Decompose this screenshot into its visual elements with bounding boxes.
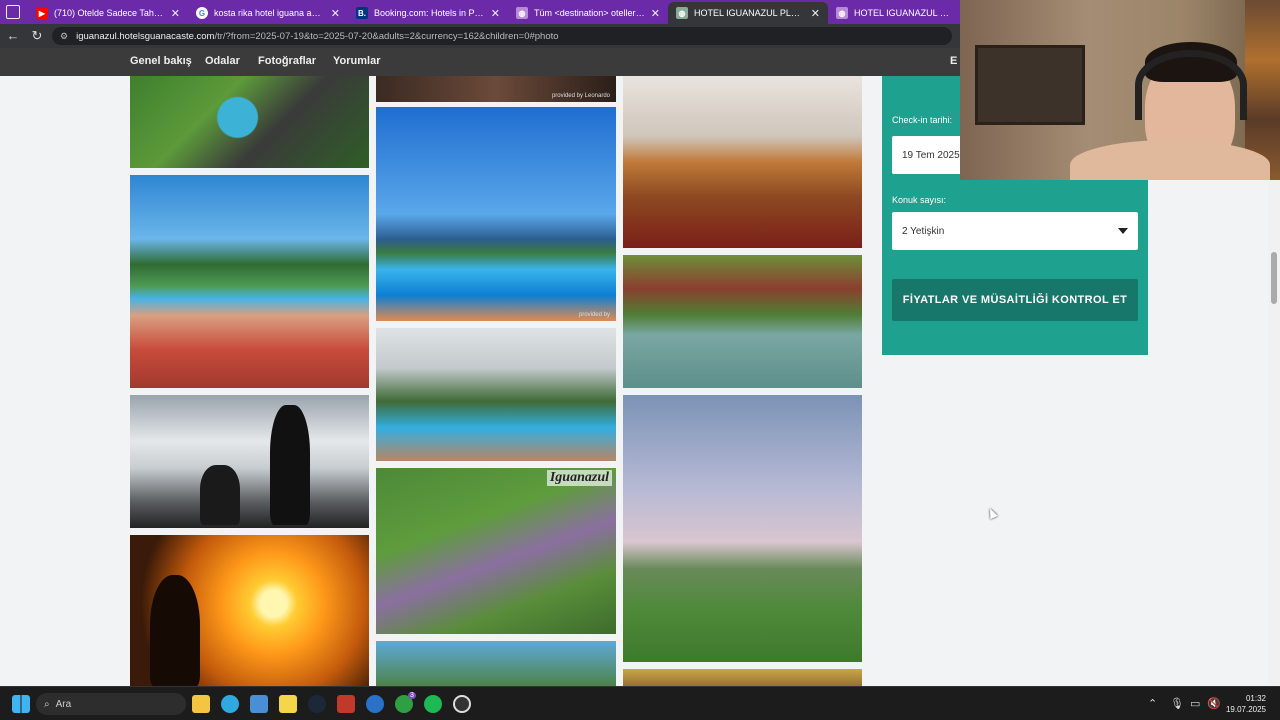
site-info-icon[interactable]: ⚙: [60, 31, 68, 42]
tab-title: HOTEL IGUANAZUL PLAYA JUNQ: [854, 8, 952, 18]
media-app-icon[interactable]: [337, 695, 355, 713]
gallery-photo-palms-row[interactable]: [376, 641, 616, 686]
photo-credit: provided by: [578, 312, 610, 318]
close-tab-icon[interactable]: ✕: [171, 7, 180, 20]
photo-credit: provided by Leonardo: [551, 93, 610, 99]
sticky-notes-icon[interactable]: [279, 695, 297, 713]
headphones: [1135, 50, 1247, 120]
check-availability-button[interactable]: FİYATLAR VE MÜSAİTLİĞİ KONTROL ET: [892, 279, 1138, 321]
search-icon: ⌕: [44, 698, 50, 710]
spotify-icon[interactable]: [424, 695, 442, 713]
youtube-icon: ▶: [36, 7, 48, 19]
browser-tab[interactable]: B. Booking.com: Hotels in Playa Jun ✕: [348, 2, 508, 24]
tab-title: Booking.com: Hotels in Playa Jun: [374, 8, 485, 18]
gallery-photo-aerial-resort[interactable]: Iguanazul: [376, 468, 616, 634]
close-tab-icon[interactable]: ✕: [491, 7, 500, 20]
horse-rider-silhouette: [270, 405, 310, 525]
gallery-photo-pool-palms[interactable]: [130, 175, 369, 388]
booking-icon: B.: [356, 7, 368, 19]
network-icon[interactable]: ▭: [1190, 697, 1200, 710]
guests-value: 2 Yetişkin: [902, 225, 945, 237]
resort-logo: Iguanazul: [546, 470, 612, 486]
gallery-photo-lobby-chairs[interactable]: [623, 76, 862, 248]
nav-rooms[interactable]: Odalar: [205, 55, 240, 67]
gallery-photo-horse-silhouettes[interactable]: [130, 395, 369, 528]
chevron-up-icon[interactable]: ⌃: [1148, 697, 1157, 710]
guests-label: Konuk sayısı:: [892, 195, 947, 205]
gallery-photo-garden-pool[interactable]: [623, 255, 862, 388]
reload-icon[interactable]: ↻: [29, 28, 45, 44]
browser-menu-icon[interactable]: [6, 5, 20, 19]
browser-tab[interactable]: G kosta rika hotel iguana azul - Goo ✕: [188, 2, 348, 24]
browser-tab[interactable]: ◍ Tüm <destination> otelleri</des ✕: [508, 2, 668, 24]
globe-icon: ◍: [676, 7, 688, 19]
checkin-date-value: 19 Tem 2025: [902, 149, 960, 161]
browser-tab[interactable]: ▶ (710) Otelde Sadece Tahta Kurula ✕: [28, 2, 188, 24]
couple-silhouette: [150, 575, 200, 686]
guests-select[interactable]: 2 Yetişkin: [892, 212, 1138, 250]
windows-start-icon[interactable]: [12, 695, 30, 713]
google-icon: G: [196, 7, 208, 19]
nav-reviews[interactable]: Yorumlar: [333, 55, 380, 67]
clock-date: 19.07.2025: [1225, 705, 1266, 714]
tab-title: (710) Otelde Sadece Tahta Kurula: [54, 8, 165, 18]
address-bar[interactable]: ⚙ iguanazul.hotelsguanacaste.com/tr/?fro…: [52, 27, 952, 45]
checkin-label: Check-in tarihi:: [892, 115, 953, 125]
notification-badge: 3: [408, 692, 416, 699]
file-explorer-icon[interactable]: [192, 695, 210, 713]
gallery-photo-pool-beach[interactable]: [376, 328, 616, 461]
globe-icon: ◍: [516, 7, 528, 19]
gallery-photo-sunset-couple[interactable]: [130, 535, 369, 686]
chevron-down-icon: [1118, 228, 1128, 234]
url-path: /tr/?from=2025-07-19&to=2025-07-20&adult…: [214, 30, 559, 42]
scrollbar-thumb[interactable]: [1271, 252, 1277, 304]
gallery-photo-tall-palms[interactable]: [623, 395, 862, 662]
windows-taskbar: ⌕ Ara 3 ⌃ 🎙 ▭ 🔇 01:32 19.07.2025: [0, 686, 1280, 720]
microphone-icon[interactable]: 🎙: [1170, 697, 1184, 710]
taskbar-clock[interactable]: 01:32 19.07.2025: [1226, 693, 1266, 715]
browser-tab-active[interactable]: ◍ HOTEL IGUANAZUL PLAYA JUNQ ✕: [668, 2, 828, 24]
close-tab-icon[interactable]: ✕: [651, 7, 660, 20]
steam-icon[interactable]: [308, 695, 326, 713]
clock-time: 01:32: [1245, 694, 1266, 703]
volume-muted-icon[interactable]: 🔇: [1207, 697, 1221, 710]
globe-icon: ◍: [836, 7, 848, 19]
tab-title: Tüm <destination> otelleri</des: [534, 8, 645, 18]
taskbar-search[interactable]: ⌕ Ara: [36, 693, 186, 715]
gallery-photo-partial-top[interactable]: provided by Leonardo: [376, 76, 616, 102]
photos-icon[interactable]: [250, 695, 268, 713]
tab-title: kosta rika hotel iguana azul - Goo: [214, 8, 325, 18]
streamer-shoulder: [1070, 140, 1270, 180]
tab-title: HOTEL IGUANAZUL PLAYA JUNQ: [694, 8, 805, 18]
app-icon[interactable]: [366, 695, 384, 713]
close-tab-icon[interactable]: ✕: [331, 7, 340, 20]
nav-right-item[interactable]: E: [950, 55, 957, 67]
nav-overview[interactable]: Genel bakış: [130, 55, 192, 67]
back-icon[interactable]: ←: [5, 28, 21, 44]
gallery-photo-palms-pool[interactable]: provided by: [376, 107, 616, 321]
edge-browser-icon[interactable]: [221, 695, 239, 713]
horse-rider-silhouette: [200, 465, 240, 525]
browser-tab[interactable]: ◍ HOTEL IGUANAZUL PLAYA JUNQ: [828, 2, 960, 24]
url-text: iguanazul.hotelsguanacaste.com/tr/?from=…: [76, 31, 558, 42]
gallery-photo-partial-bottom[interactable]: [623, 669, 862, 686]
wall-painting: [975, 45, 1085, 125]
nav-photos[interactable]: Fotoğraflar: [258, 55, 316, 67]
obs-icon[interactable]: [453, 695, 471, 713]
search-placeholder: Ara: [55, 698, 72, 710]
webcam-overlay: [960, 0, 1280, 180]
url-host: iguanazul.hotelsguanacaste.com: [76, 30, 215, 42]
close-tab-icon[interactable]: ✕: [811, 7, 820, 20]
gallery-photo-aerial-pool[interactable]: [130, 76, 369, 168]
